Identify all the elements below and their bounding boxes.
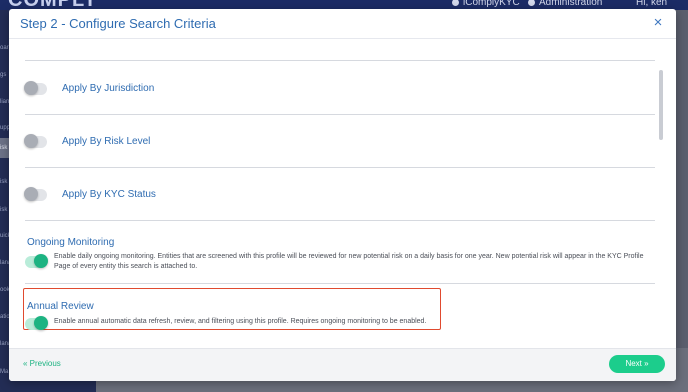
toggle-knob (34, 316, 48, 330)
annual-review-description: Enable annual automatic data refresh, re… (54, 318, 427, 325)
annual-review-toggle[interactable] (25, 316, 48, 330)
modal-body[interactable]: Apply By Jurisdiction Apply By Risk Leve… (9, 40, 676, 348)
admin-link[interactable]: Administration (528, 0, 602, 9)
ongoing-monitoring-row (25, 254, 48, 274)
modal-title: Step 2 - Configure Search Criteria (20, 16, 216, 31)
annual-review-row (25, 316, 48, 336)
location-icon (452, 0, 459, 6)
ongoing-monitoring-description-line2: Page of every entity this search is atta… (54, 263, 198, 270)
configure-search-modal: Step 2 - Configure Search Criteria × App… (9, 9, 676, 381)
jurisdiction-label: Apply By Jurisdiction (62, 83, 155, 94)
toggle-knob (34, 254, 48, 268)
admin-label: Administration (539, 0, 603, 8)
jurisdiction-toggle[interactable] (24, 81, 47, 95)
user-menu[interactable]: Hi, ken (636, 0, 667, 9)
toggle-knob (24, 187, 38, 201)
ongoing-monitoring-toggle[interactable] (25, 254, 48, 268)
divider (25, 114, 655, 115)
ongoing-monitoring-title: Ongoing Monitoring (27, 237, 115, 248)
org-switcher[interactable]: iComplyKYC (452, 0, 520, 9)
divider (25, 167, 655, 168)
org-name: iComplyKYC (463, 0, 520, 8)
annual-review-title: Annual Review (27, 301, 94, 312)
modal-header: Step 2 - Configure Search Criteria × (9, 9, 676, 39)
next-button[interactable]: Next » (609, 355, 665, 373)
ongoing-monitoring-description-line1: Enable daily ongoing monitoring. Entitie… (54, 253, 644, 260)
scrollbar-thumb[interactable] (659, 70, 663, 140)
jurisdiction-row: Apply By Jurisdiction (24, 81, 625, 101)
risk-level-toggle[interactable] (24, 134, 47, 148)
previous-button[interactable]: « Previous (23, 359, 61, 368)
risk-level-row: Apply By Risk Level (24, 134, 625, 154)
toggle-knob (24, 134, 38, 148)
kyc-status-toggle[interactable] (24, 187, 47, 201)
scrollbar[interactable] (659, 40, 665, 348)
kyc-status-label: Apply By KYC Status (62, 189, 156, 200)
divider (25, 283, 655, 284)
toggle-knob (24, 81, 38, 95)
divider (25, 60, 655, 61)
close-icon[interactable]: × (650, 15, 666, 31)
divider (25, 220, 655, 221)
gear-icon (528, 0, 535, 6)
kyc-status-row: Apply By KYC Status (24, 187, 625, 207)
modal-footer: « Previous Next » (9, 348, 676, 381)
risk-level-label: Apply By Risk Level (62, 136, 151, 147)
